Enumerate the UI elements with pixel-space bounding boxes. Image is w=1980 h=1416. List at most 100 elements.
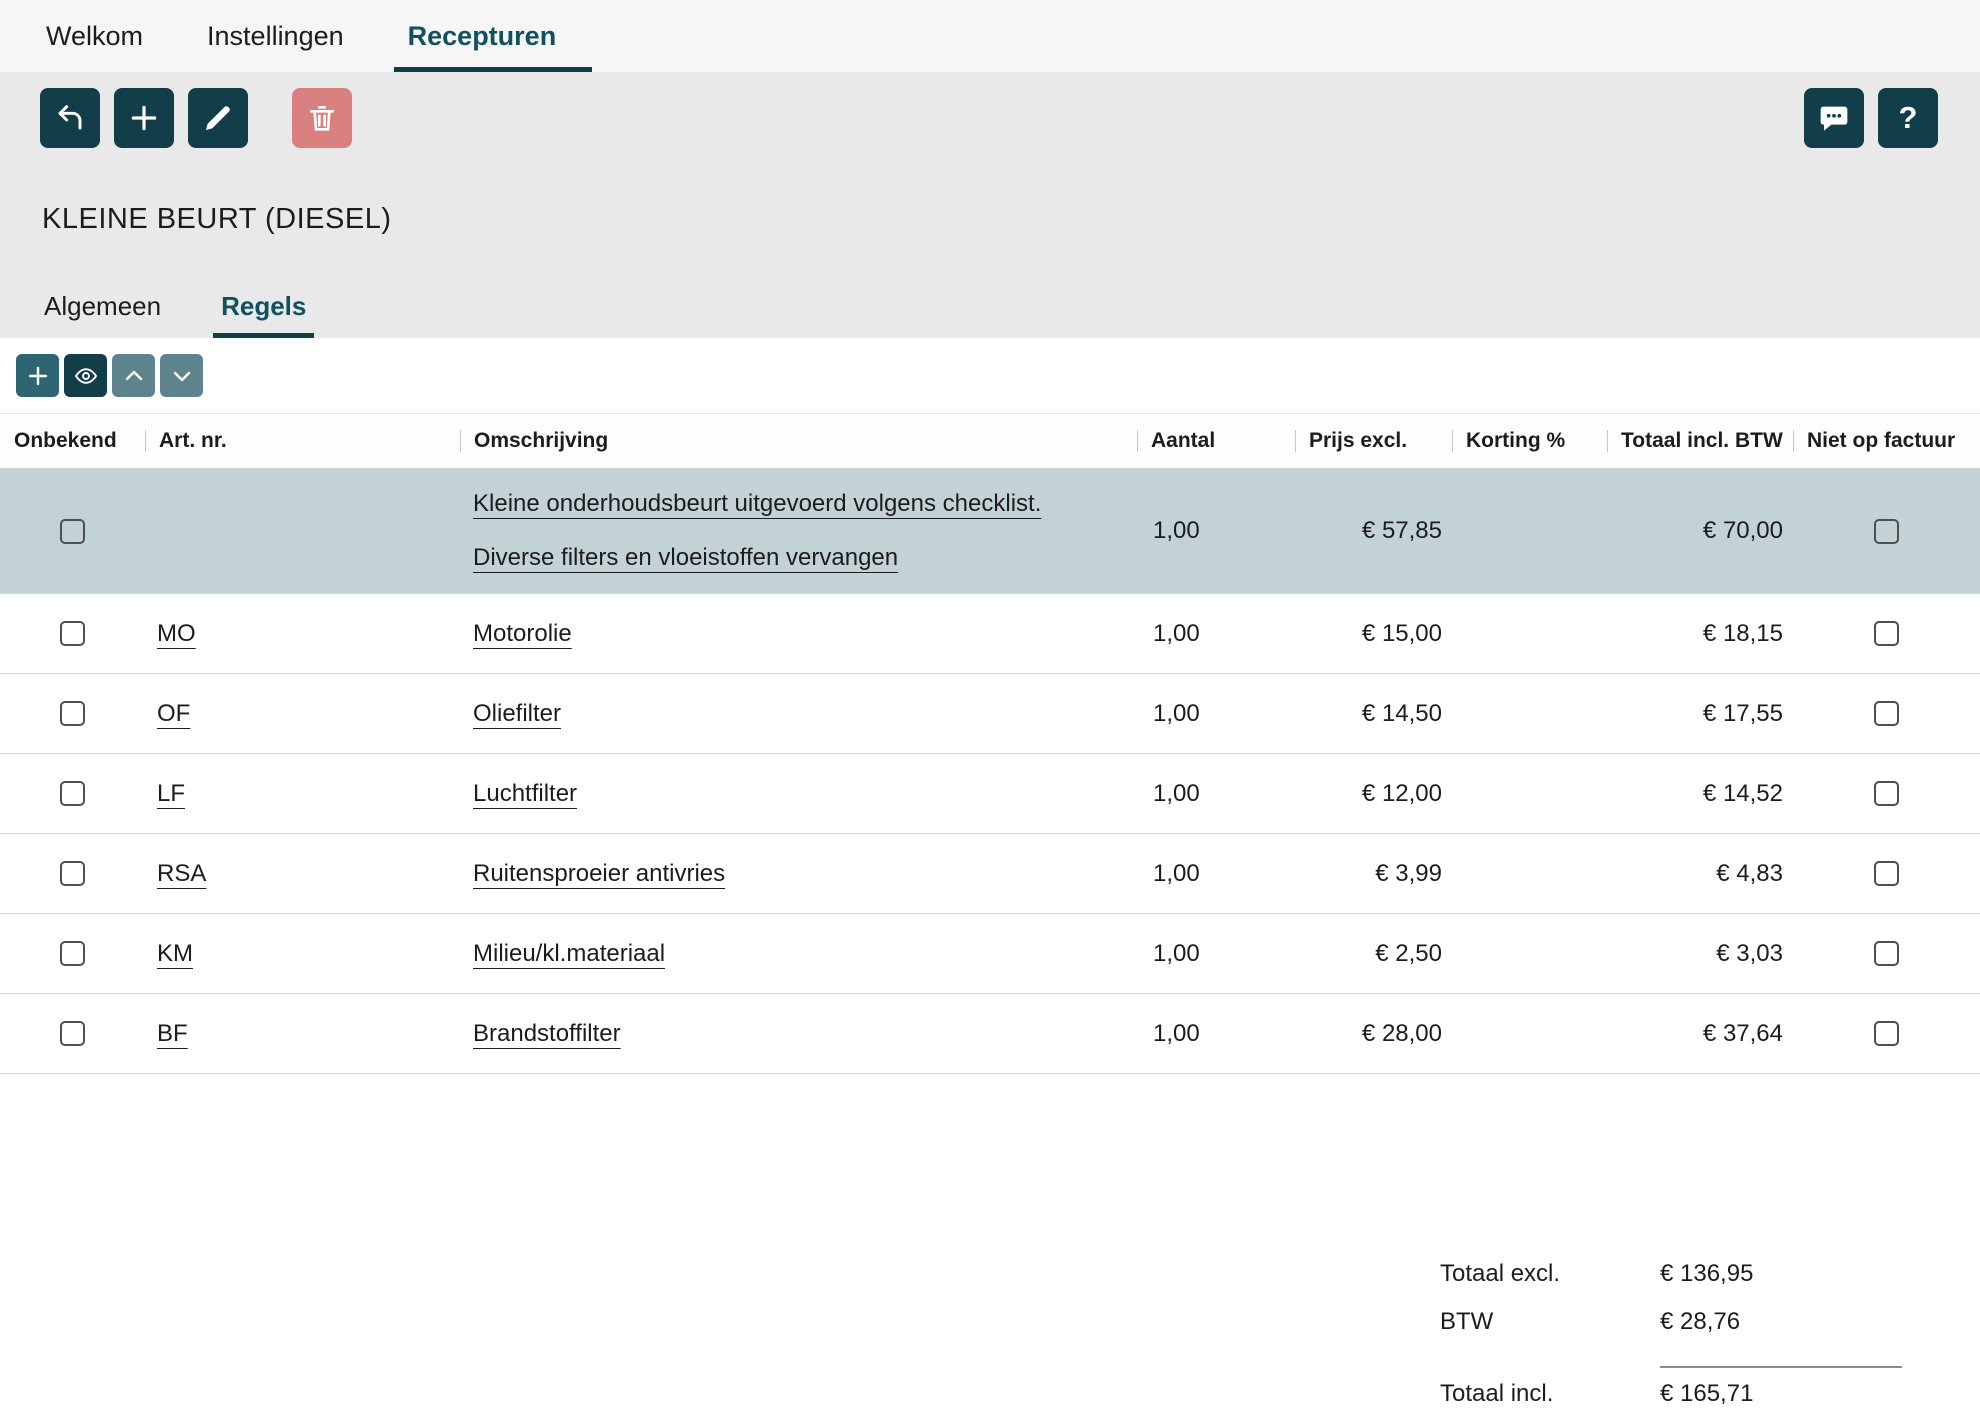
cell-totaal-incl: € 17,55: [1607, 692, 1793, 736]
delete-button[interactable]: [292, 88, 352, 148]
cell-totaal-incl: € 18,15: [1607, 612, 1793, 656]
cell-korting: [1452, 866, 1607, 882]
cell-art-nr: MO: [145, 612, 460, 656]
omschrijving-link[interactable]: Motorolie: [473, 620, 572, 647]
cell-prijs-excl: € 15,00: [1295, 612, 1452, 656]
omschrijving-link[interactable]: Kleine onderhoudsbeurt uitgevoerd volgen…: [473, 490, 1041, 571]
cell-onbekend: [0, 773, 145, 814]
chat-icon: [1818, 102, 1850, 134]
table-row[interactable]: RSA Ruitensproeier antivries 1,00 € 3,99…: [0, 834, 1980, 914]
move-up-button[interactable]: [112, 354, 155, 397]
art-nr-link[interactable]: MO: [157, 620, 196, 647]
onbekend-checkbox[interactable]: [60, 621, 85, 646]
feedback-button[interactable]: [1804, 88, 1864, 148]
cell-niet-op-factuur: [1793, 1013, 1980, 1054]
cell-aantal: 1,00: [1137, 612, 1295, 656]
art-nr-link[interactable]: KM: [157, 940, 193, 967]
cell-art-nr: RSA: [145, 852, 460, 896]
page-title: KLEINE BEURT (DIESEL): [42, 203, 391, 236]
art-nr-link[interactable]: BF: [157, 1020, 188, 1047]
chevron-down-icon: [170, 364, 194, 388]
cell-totaal-incl: € 4,83: [1607, 852, 1793, 896]
table-row[interactable]: LF Luchtfilter 1,00 € 12,00 € 14,52: [0, 754, 1980, 834]
eye-icon: [74, 364, 98, 388]
cell-onbekend: [0, 853, 145, 894]
tab-regels[interactable]: Regels: [219, 274, 308, 338]
cell-totaal-incl: € 70,00: [1607, 509, 1793, 553]
cell-aantal: 1,00: [1137, 772, 1295, 816]
add-button[interactable]: [114, 88, 174, 148]
table-row[interactable]: Kleine onderhoudsbeurt uitgevoerd volgen…: [0, 469, 1980, 594]
title-band: KLEINE BEURT (DIESEL): [0, 164, 1980, 274]
cell-niet-op-factuur: [1793, 693, 1980, 734]
cell-aantal: 1,00: [1137, 509, 1295, 553]
omschrijving-link[interactable]: Ruitensproeier antivries: [473, 860, 725, 887]
totaal-excl-value: € 136,95: [1660, 1260, 1902, 1288]
onbekend-checkbox[interactable]: [60, 861, 85, 886]
art-nr-link[interactable]: RSA: [157, 860, 206, 887]
totals-row-incl: Totaal incl. € 165,71: [1440, 1366, 1902, 1414]
cell-prijs-excl: € 2,50: [1295, 932, 1452, 976]
btw-value: € 28,76: [1660, 1308, 1902, 1336]
back-icon: [54, 102, 86, 134]
header-aantal: Aantal: [1137, 425, 1295, 457]
cell-onbekend: [0, 693, 145, 734]
art-nr-link[interactable]: OF: [157, 700, 190, 727]
cell-omschrijving: Ruitensproeier antivries: [460, 839, 1137, 909]
move-down-button[interactable]: [160, 354, 203, 397]
tab-algemeen[interactable]: Algemeen: [42, 274, 163, 338]
cell-prijs-excl: € 12,00: [1295, 772, 1452, 816]
omschrijving-link[interactable]: Luchtfilter: [473, 780, 577, 807]
niet-op-factuur-checkbox[interactable]: [1874, 861, 1899, 886]
niet-op-factuur-checkbox[interactable]: [1874, 701, 1899, 726]
nav-tab-instellingen[interactable]: Instellingen: [203, 0, 348, 72]
niet-op-factuur-checkbox[interactable]: [1874, 621, 1899, 646]
cell-art-nr: LF: [145, 772, 460, 816]
view-row-button[interactable]: [64, 354, 107, 397]
onbekend-checkbox[interactable]: [60, 519, 85, 544]
niet-op-factuur-checkbox[interactable]: [1874, 781, 1899, 806]
cell-totaal-incl: € 3,03: [1607, 932, 1793, 976]
cell-omschrijving: Oliefilter: [460, 679, 1137, 749]
omschrijving-link[interactable]: Oliefilter: [473, 700, 561, 727]
header-prijs-excl: Prijs excl.: [1295, 425, 1452, 457]
cell-korting: [1452, 523, 1607, 539]
pencil-icon: [202, 102, 234, 134]
totals-row-excl: Totaal excl. € 136,95: [1440, 1260, 1902, 1308]
niet-op-factuur-checkbox[interactable]: [1874, 1021, 1899, 1046]
art-nr-link[interactable]: LF: [157, 780, 185, 807]
header-niet-op-factuur: Niet op factuur: [1793, 425, 1980, 457]
onbekend-checkbox[interactable]: [60, 701, 85, 726]
omschrijving-link[interactable]: Brandstoffilter: [473, 1020, 621, 1047]
cell-niet-op-factuur: [1793, 511, 1980, 552]
edit-button[interactable]: [188, 88, 248, 148]
totals-row-btw: BTW € 28,76: [1440, 1308, 1902, 1356]
cell-niet-op-factuur: [1793, 773, 1980, 814]
totaal-excl-label: Totaal excl.: [1440, 1260, 1660, 1288]
onbekend-checkbox[interactable]: [60, 941, 85, 966]
table-row[interactable]: MO Motorolie 1,00 € 15,00 € 18,15: [0, 594, 1980, 674]
nav-tab-welkom[interactable]: Welkom: [42, 0, 147, 72]
onbekend-checkbox[interactable]: [60, 781, 85, 806]
table-body: Kleine onderhoudsbeurt uitgevoerd volgen…: [0, 469, 1980, 1074]
cell-omschrijving: Motorolie: [460, 599, 1137, 669]
niet-op-factuur-checkbox[interactable]: [1874, 519, 1899, 544]
cell-onbekend: [0, 933, 145, 974]
top-navigation: Welkom Instellingen Recepturen: [0, 0, 1980, 72]
cell-korting: [1452, 626, 1607, 642]
cell-totaal-incl: € 14,52: [1607, 772, 1793, 816]
table-row[interactable]: OF Oliefilter 1,00 € 14,50 € 17,55: [0, 674, 1980, 754]
back-button[interactable]: [40, 88, 100, 148]
nav-tab-recepturen[interactable]: Recepturen: [404, 0, 561, 72]
table-row[interactable]: KM Milieu/kl.materiaal 1,00 € 2,50 € 3,0…: [0, 914, 1980, 994]
table-row[interactable]: BF Brandstoffilter 1,00 € 28,00 € 37,64: [0, 994, 1980, 1074]
help-button[interactable]: ?: [1878, 88, 1938, 148]
sub-tabs: Algemeen Regels: [0, 274, 1980, 338]
header-totaal-incl-btw: Totaal incl. BTW: [1607, 425, 1793, 457]
onbekend-checkbox[interactable]: [60, 1021, 85, 1046]
niet-op-factuur-checkbox[interactable]: [1874, 941, 1899, 966]
omschrijving-link[interactable]: Milieu/kl.materiaal: [473, 940, 665, 967]
cell-onbekend: [0, 511, 145, 552]
cell-omschrijving: Luchtfilter: [460, 759, 1137, 829]
add-row-button[interactable]: [16, 354, 59, 397]
